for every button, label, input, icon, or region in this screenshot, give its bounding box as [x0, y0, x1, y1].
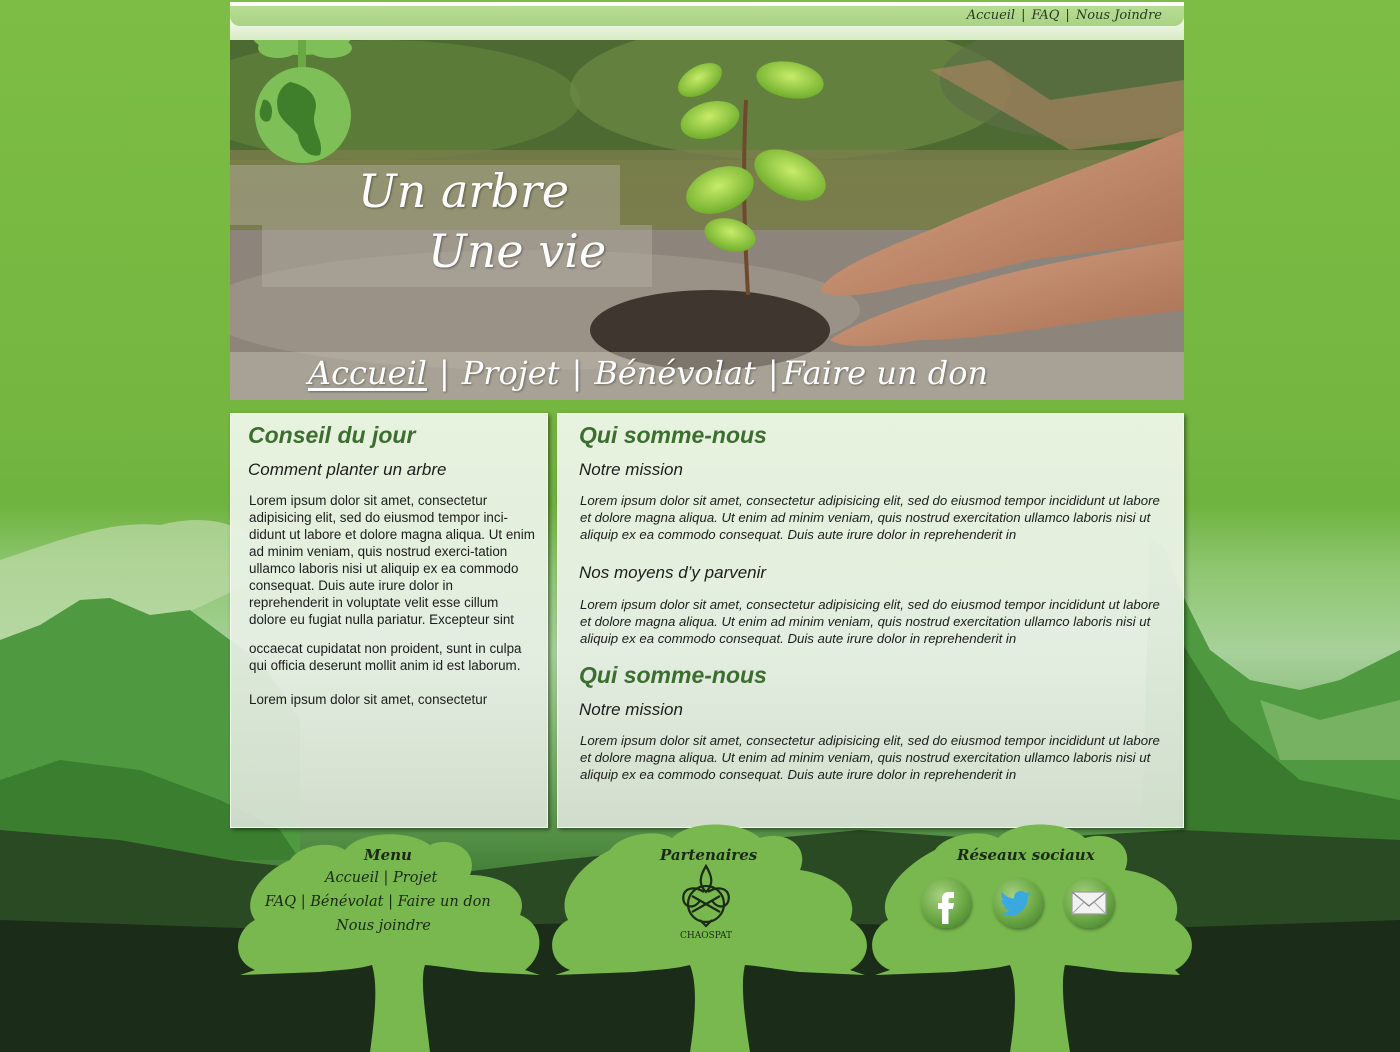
slogan-line-2: Une vie	[428, 224, 607, 278]
mission-text-1: Lorem ipsum dolor sit amet, consectetur …	[580, 493, 1160, 542]
main-nav-separator: |	[571, 354, 583, 392]
main-nav-separator: |	[767, 354, 779, 392]
top-nav-separator: |	[1021, 8, 1026, 23]
top-nav: Accueil | FAQ | Nous Joindre	[967, 8, 1162, 23]
means-subtitle: Nos moyens d’y parvenir	[579, 563, 767, 582]
daily-tip-subtitle: Comment planter un arbre	[248, 460, 447, 479]
twitter-icon[interactable]	[993, 878, 1043, 928]
footer-menu-row-3: Nous joindre	[336, 918, 431, 934]
partner-logo-icon[interactable]: CHAOSPAT	[678, 862, 734, 942]
main-nav-benevolat[interactable]: Bénévolat	[594, 354, 756, 392]
footer-menu-title: Menu	[364, 846, 412, 864]
footer-link-separator: |	[388, 894, 393, 910]
top-nav-nous-joindre[interactable]: Nous Joindre	[1076, 8, 1162, 23]
main-nav-faire-un-don[interactable]: Faire un don	[783, 354, 989, 392]
footer-link-projet[interactable]: Projet	[393, 870, 437, 886]
about-panel: Qui somme-nous Notre mission Lorem ipsum…	[557, 413, 1184, 828]
main-nav: Accueil | Projet | Bénévolat | Faire un don	[308, 354, 988, 392]
about-title-2: Qui somme-nous	[579, 662, 767, 688]
mission-subtitle-2: Notre mission	[579, 700, 683, 719]
mission-subtitle-1: Notre mission	[579, 460, 683, 479]
partner-name: CHAOSPAT	[680, 931, 732, 941]
footer-link-nous-joindre[interactable]: Nous joindre	[336, 918, 431, 934]
mission-text-2: Lorem ipsum dolor sit amet, consectetur …	[580, 733, 1160, 782]
top-bar: Accueil | FAQ | Nous Joindre	[230, 2, 1184, 40]
footer-menu-row-1: Accueil | Projet	[325, 870, 437, 886]
footer-link-separator: |	[300, 894, 306, 910]
footer-link-separator: |	[383, 870, 389, 886]
daily-tip-paragraph-1: Lorem ipsum dolor sit amet, consectetur …	[249, 493, 535, 627]
means-text: Lorem ipsum dolor sit amet, consectetur …	[580, 597, 1160, 646]
top-nav-faq[interactable]: FAQ	[1031, 8, 1059, 23]
main-nav-projet[interactable]: Projet	[462, 354, 560, 392]
main-nav-accueil[interactable]: Accueil	[308, 354, 427, 392]
top-nav-separator: |	[1065, 8, 1070, 23]
daily-tip-paragraph-3: Lorem ipsum dolor sit amet, consectetur	[249, 692, 488, 707]
footer-social-title: Réseaux sociaux	[957, 846, 1095, 864]
top-nav-accueil[interactable]: Accueil	[967, 8, 1015, 23]
footer-link-accueil[interactable]: Accueil	[325, 870, 379, 886]
footer-link-faq[interactable]: FAQ	[265, 894, 296, 910]
daily-tip-panel: Conseil du jour Comment planter un arbre…	[230, 413, 548, 828]
footer-menu-row-2: FAQ | Bénévolat | Faire un don	[265, 894, 491, 910]
footer-link-benevolat[interactable]: Bénévolat	[310, 894, 383, 910]
footer-link-faire-un-don[interactable]: Faire un don	[398, 894, 491, 910]
daily-tip-title: Conseil du jour	[248, 422, 416, 448]
daily-tip-paragraph-2: occaecat cupidatat non proident, sunt in…	[249, 641, 522, 673]
about-title-1: Qui somme-nous	[579, 422, 767, 448]
email-icon[interactable]	[1064, 878, 1114, 928]
main-nav-separator: |	[438, 354, 450, 392]
slogan-line-1: Un arbre	[358, 164, 570, 218]
hero-banner: Un arbre Une vie Accueil | Projet | Bénévola…	[230, 40, 1184, 400]
facebook-icon[interactable]	[921, 878, 971, 928]
